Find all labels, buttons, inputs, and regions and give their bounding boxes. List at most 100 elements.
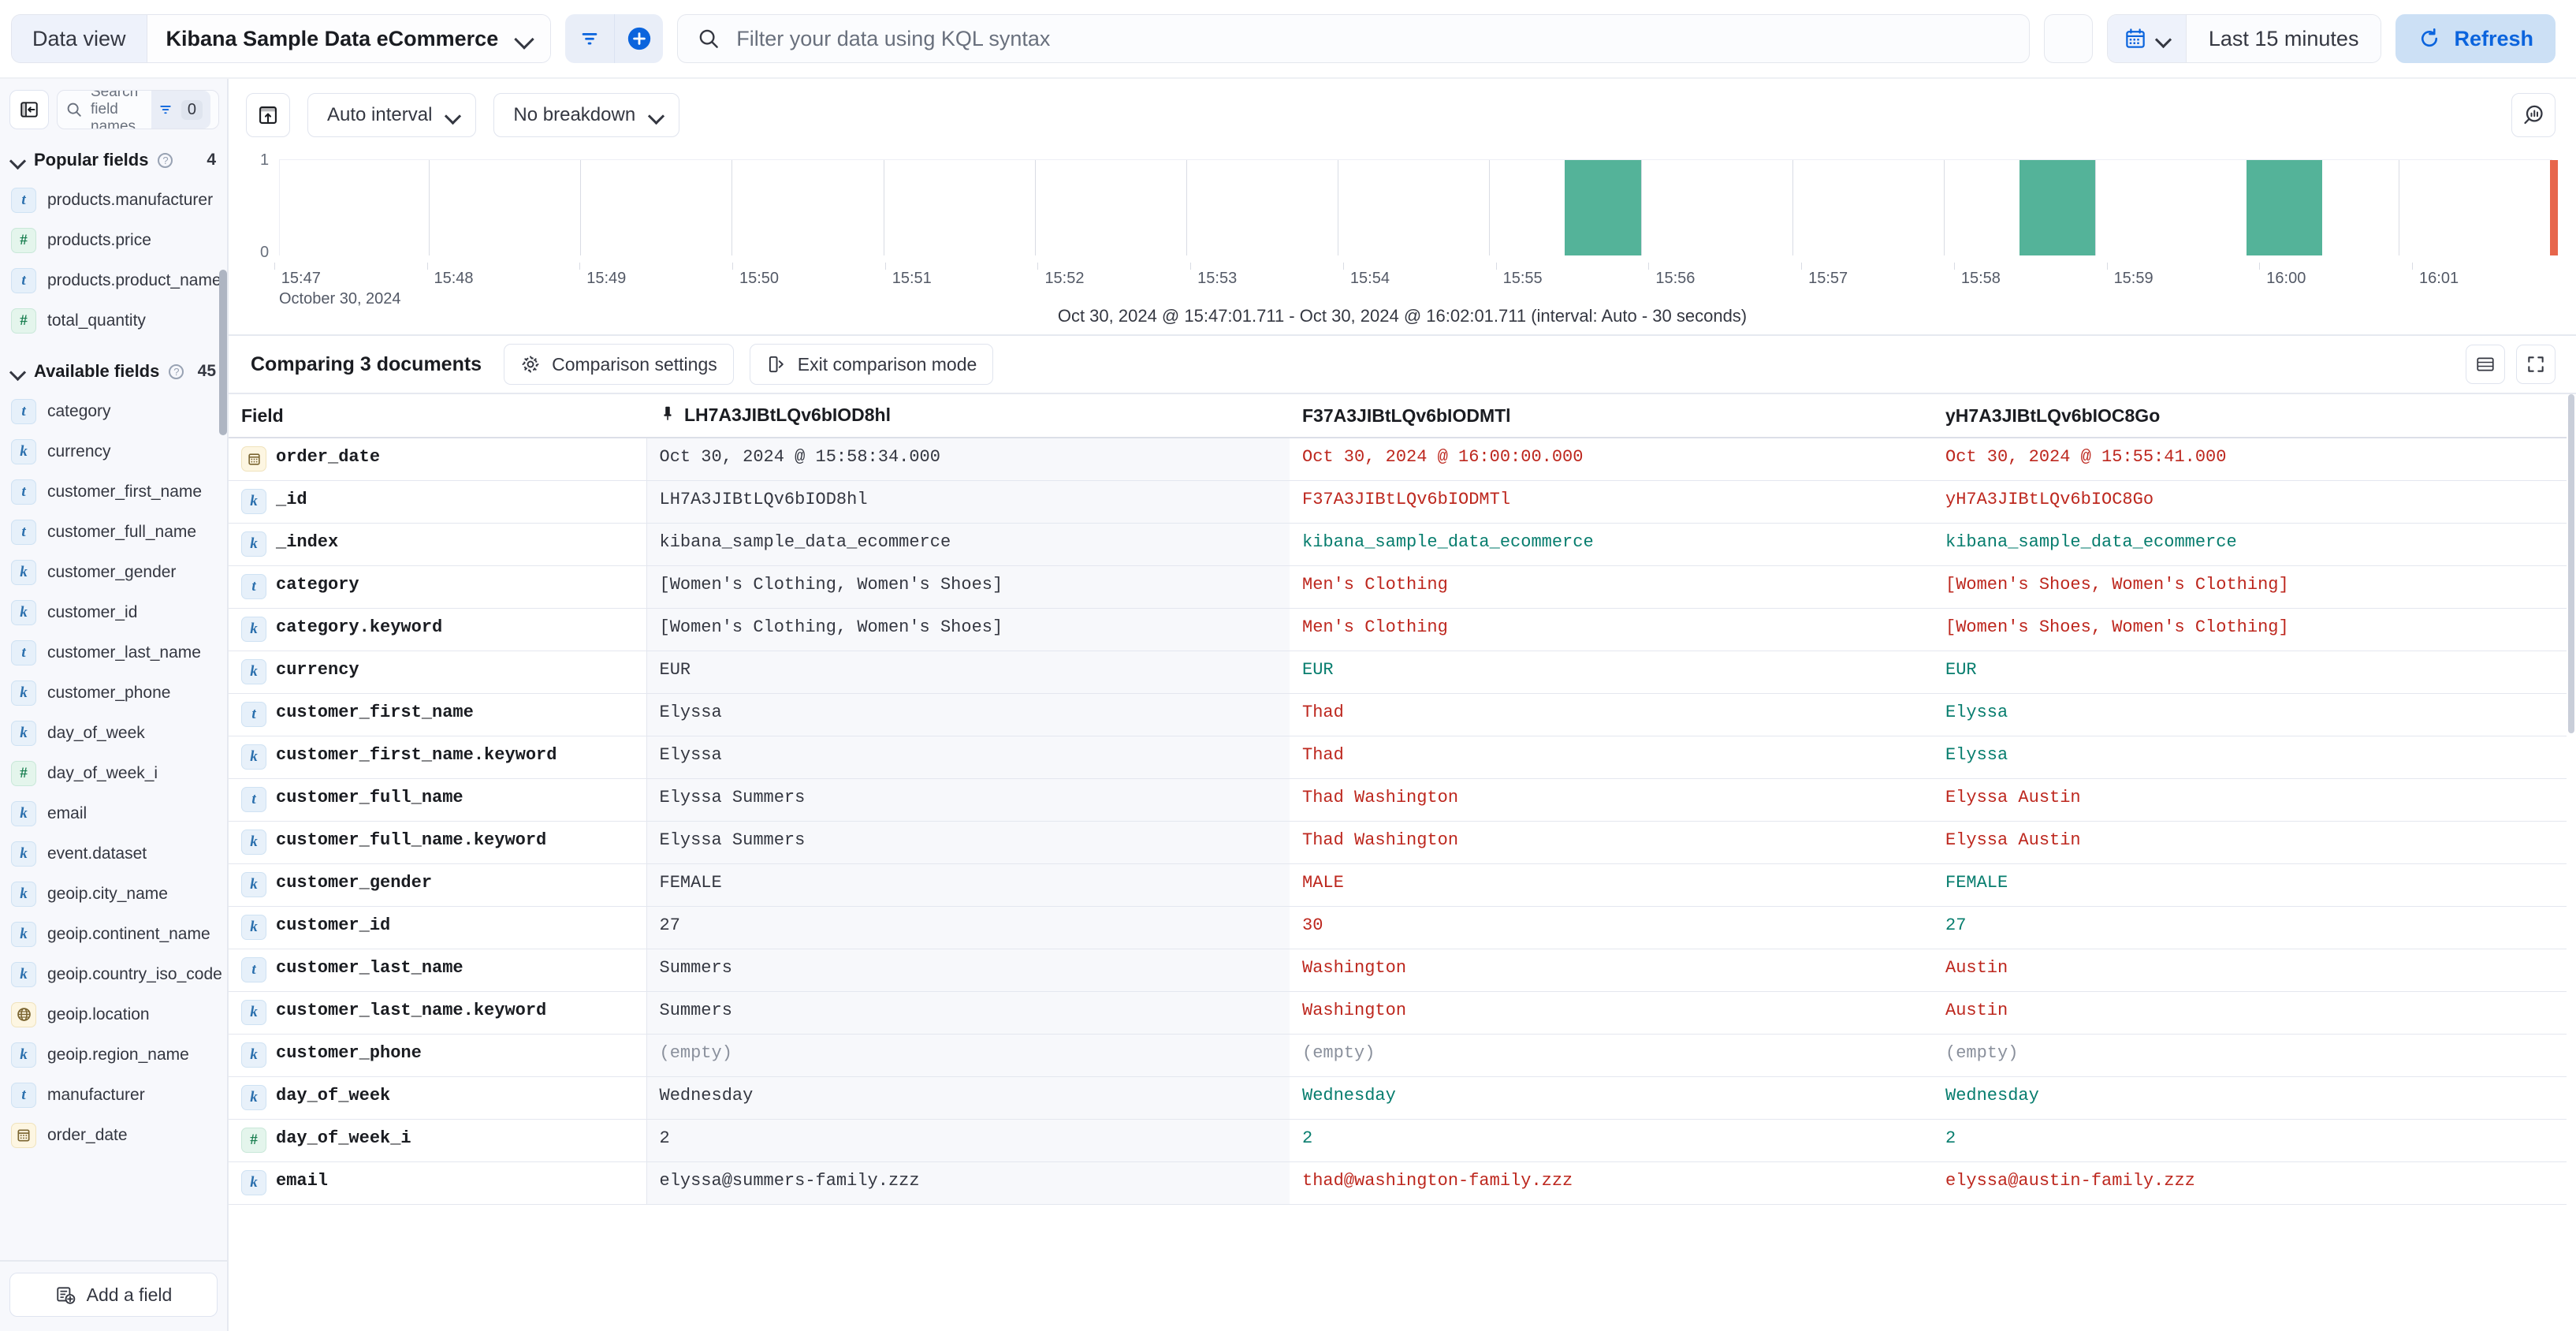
row-field-cell[interactable]: t customer_last_name	[229, 949, 647, 992]
row-value-cell-doc-1[interactable]: EUR	[646, 651, 1290, 694]
comparison-settings-button[interactable]: Comparison settings	[504, 344, 734, 385]
row-value-cell-doc-2[interactable]: 2	[1290, 1119, 1933, 1162]
sidebar-field-products.price[interactable]: # products.price	[0, 220, 227, 260]
row-value-cell-doc-2[interactable]: (empty)	[1290, 1034, 1933, 1077]
column-header-field[interactable]: Field	[229, 394, 646, 438]
row-field-cell[interactable]: # day_of_week_i	[229, 1119, 647, 1162]
row-value-cell-doc-2[interactable]: thad@washington-family.zzz	[1290, 1161, 1933, 1205]
time-range-value[interactable]: Last 15 minutes	[2186, 15, 2381, 62]
row-value-cell-doc-3[interactable]: Austin	[1933, 949, 2576, 992]
row-field-cell[interactable]: k customer_id	[229, 906, 647, 949]
field-filter-button[interactable]: 0	[151, 91, 210, 129]
row-value-cell-doc-1[interactable]: FEMALE	[646, 863, 1290, 907]
row-value-cell-doc-2[interactable]: Thad Washington	[1290, 821, 1933, 864]
row-value-cell-doc-3[interactable]: FEMALE	[1933, 863, 2576, 907]
histogram-bar[interactable]	[1565, 160, 1641, 255]
row-value-cell-doc-1[interactable]: [Women's Clothing, Women's Shoes]	[646, 565, 1290, 609]
row-value-cell-doc-2[interactable]: Wednesday	[1290, 1076, 1933, 1120]
sidebar-field-geoip.city_name[interactable]: k geoip.city_name	[0, 874, 227, 914]
histogram-bar[interactable]	[2019, 160, 2096, 255]
row-value-cell-doc-3[interactable]: Elyssa Austin	[1933, 778, 2576, 822]
sidebar-field-category[interactable]: t category	[0, 391, 227, 431]
field-search-input[interactable]: Search field names 0	[57, 90, 219, 129]
row-value-cell-doc-3[interactable]: Elyssa	[1933, 693, 2576, 736]
row-value-cell-doc-3[interactable]: 27	[1933, 906, 2576, 949]
row-field-cell[interactable]: k _id	[229, 480, 647, 524]
row-value-cell-doc-3[interactable]: 2	[1933, 1119, 2576, 1162]
row-field-cell[interactable]: k _index	[229, 523, 647, 566]
row-value-cell-doc-1[interactable]: Oct 30, 2024 @ 15:58:34.000	[646, 438, 1290, 481]
row-value-cell-doc-1[interactable]: Elyssa Summers	[646, 821, 1290, 864]
row-field-cell[interactable]: k category.keyword	[229, 608, 647, 651]
sidebar-field-day_of_week[interactable]: k day_of_week	[0, 713, 227, 753]
row-value-cell-doc-2[interactable]: Thad Washington	[1290, 778, 1933, 822]
row-value-cell-doc-3[interactable]: Oct 30, 2024 @ 15:55:41.000	[1933, 438, 2576, 481]
fullscreen-button[interactable]	[2516, 345, 2556, 384]
sidebar-field-total_quantity[interactable]: # total_quantity	[0, 300, 227, 341]
sidebar-field-order_date[interactable]: order_date	[0, 1115, 227, 1155]
row-value-cell-doc-1[interactable]: Wednesday	[646, 1076, 1290, 1120]
query-extra-button[interactable]	[2043, 14, 2093, 63]
row-field-cell[interactable]: k customer_first_name.keyword	[229, 736, 647, 779]
sidebar-field-geoip.region_name[interactable]: k geoip.region_name	[0, 1035, 227, 1075]
sidebar-field-geoip.country_iso_code[interactable]: k geoip.country_iso_code	[0, 954, 227, 994]
sidebar-field-day_of_week_i[interactable]: # day_of_week_i	[0, 753, 227, 793]
row-field-cell[interactable]: k customer_gender	[229, 863, 647, 907]
histogram-plot[interactable]	[279, 159, 2558, 255]
row-field-cell[interactable]: t customer_full_name	[229, 778, 647, 822]
sidebar-field-manufacturer[interactable]: t manufacturer	[0, 1075, 227, 1115]
row-value-cell-doc-2[interactable]: Men's Clothing	[1290, 608, 1933, 651]
row-field-cell[interactable]: k email	[229, 1161, 647, 1205]
breakdown-select[interactable]: No breakdown	[493, 93, 680, 137]
row-field-cell[interactable]: k currency	[229, 651, 647, 694]
sidebar-field-currency[interactable]: k currency	[0, 431, 227, 472]
column-header-doc-1[interactable]: LH7A3JIBtLQv6bIOD8hl	[646, 394, 1290, 438]
row-field-cell[interactable]: k customer_phone	[229, 1034, 647, 1077]
data-view-button[interactable]: Kibana Sample Data eCommerce	[147, 15, 551, 62]
toggle-chart-button[interactable]	[246, 93, 290, 137]
row-value-cell-doc-2[interactable]: F37A3JIBtLQv6bIODMTl	[1290, 480, 1933, 524]
sidebar-field-customer_first_name[interactable]: t customer_first_name	[0, 472, 227, 512]
column-header-doc-2[interactable]: F37A3JIBtLQv6bIODMTl	[1290, 394, 1933, 438]
row-value-cell-doc-1[interactable]: kibana_sample_data_ecommerce	[646, 523, 1290, 566]
exit-comparison-button[interactable]: Exit comparison mode	[749, 344, 994, 385]
help-icon[interactable]: ?	[169, 364, 184, 379]
row-value-cell-doc-1[interactable]: Elyssa Summers	[646, 778, 1290, 822]
sidebar-field-customer_phone[interactable]: k customer_phone	[0, 673, 227, 713]
row-value-cell-doc-1[interactable]: LH7A3JIBtLQv6bIOD8hl	[646, 480, 1290, 524]
sidebar-field-customer_id[interactable]: k customer_id	[0, 592, 227, 632]
add-field-button[interactable]: Add a field	[9, 1273, 218, 1317]
help-icon[interactable]: ?	[158, 152, 173, 168]
row-value-cell-doc-3[interactable]: Austin	[1933, 991, 2576, 1035]
row-value-cell-doc-2[interactable]: Oct 30, 2024 @ 16:00:00.000	[1290, 438, 1933, 481]
row-value-cell-doc-1[interactable]: [Women's Clothing, Women's Shoes]	[646, 608, 1290, 651]
row-value-cell-doc-1[interactable]: elyssa@summers-family.zzz	[646, 1161, 1290, 1205]
lens-edit-button[interactable]	[2511, 93, 2556, 137]
date-quick-menu-button[interactable]	[2107, 15, 2187, 62]
sidebar-field-customer_gender[interactable]: k customer_gender	[0, 552, 227, 592]
sidebar-field-products.product_name[interactable]: t products.product_name	[0, 260, 227, 300]
sidebar-field-customer_full_name[interactable]: t customer_full_name	[0, 512, 227, 552]
row-value-cell-doc-2[interactable]: Men's Clothing	[1290, 565, 1933, 609]
row-field-cell[interactable]: t category	[229, 565, 647, 609]
sidebar-field-geoip.continent_name[interactable]: k geoip.continent_name	[0, 914, 227, 954]
add-filter-button[interactable]	[614, 14, 663, 63]
sidebar-scrollbar[interactable]	[219, 270, 227, 435]
kql-search-bar[interactable]: Filter your data using KQL syntax	[677, 14, 2030, 63]
row-value-cell-doc-2[interactable]: Thad	[1290, 693, 1933, 736]
row-value-cell-doc-3[interactable]: kibana_sample_data_ecommerce	[1933, 523, 2576, 566]
row-field-cell[interactable]: k day_of_week	[229, 1076, 647, 1120]
row-value-cell-doc-3[interactable]: EUR	[1933, 651, 2576, 694]
column-header-doc-3[interactable]: yH7A3JIBtLQv6bIOC8Go	[1933, 394, 2576, 438]
row-value-cell-doc-3[interactable]: [Women's Shoes, Women's Clothing]	[1933, 565, 2576, 609]
sidebar-field-geoip.location[interactable]: geoip.location	[0, 994, 227, 1035]
sidebar-field-event.dataset[interactable]: k event.dataset	[0, 833, 227, 874]
collapse-sidebar-button[interactable]	[9, 90, 49, 129]
row-field-cell[interactable]: t customer_first_name	[229, 693, 647, 736]
row-value-cell-doc-1[interactable]: 27	[646, 906, 1290, 949]
row-value-cell-doc-1[interactable]: Summers	[646, 949, 1290, 992]
popular-fields-header[interactable]: Popular fields ? 4	[0, 137, 227, 180]
row-value-cell-doc-3[interactable]: Elyssa Austin	[1933, 821, 2576, 864]
interval-select[interactable]: Auto interval	[307, 93, 477, 137]
histogram-bar[interactable]	[2247, 160, 2323, 255]
